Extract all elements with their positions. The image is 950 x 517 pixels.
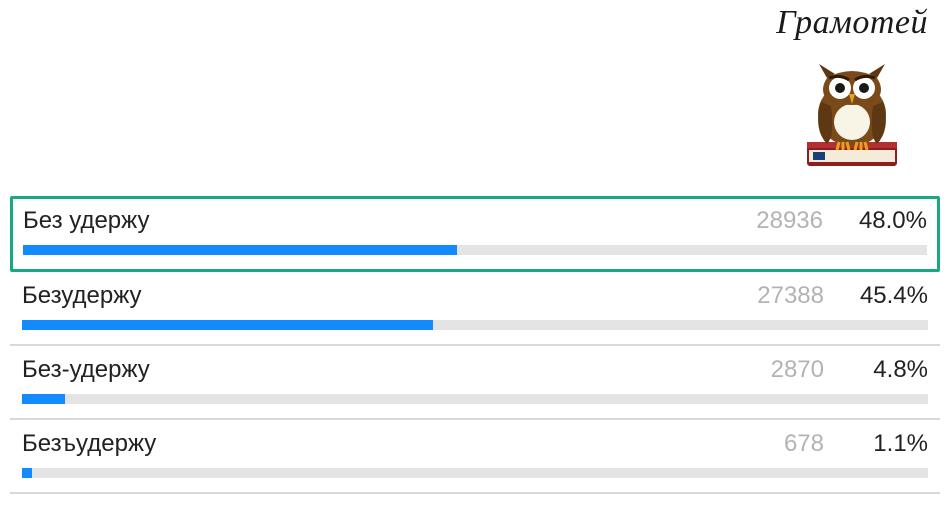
progress-track: [22, 320, 928, 330]
brand-title: Грамотей: [776, 4, 928, 42]
poll-option[interactable]: Без-удержу 2870 4.8%: [10, 346, 940, 420]
poll-results: Без удержу 28936 48.0% Безудержу 27388 4…: [10, 196, 940, 494]
brand-logo: Грамотей: [776, 4, 928, 174]
progress-fill: [22, 468, 32, 478]
poll-option[interactable]: Безудержу 27388 45.4%: [10, 272, 940, 346]
option-percent: 4.8%: [848, 356, 928, 384]
option-label: Безудержу: [22, 282, 734, 310]
option-count: 28936: [733, 207, 823, 235]
progress-track: [23, 245, 927, 255]
progress-fill: [22, 394, 65, 404]
progress-fill: [22, 320, 433, 330]
option-count: 2870: [734, 356, 824, 384]
option-label: Без-удержу: [22, 356, 734, 384]
owl-on-book-icon: [787, 44, 917, 174]
option-percent: 45.4%: [848, 282, 928, 310]
option-percent: 48.0%: [847, 207, 927, 235]
option-count: 678: [734, 430, 824, 458]
option-count: 27388: [734, 282, 824, 310]
poll-option[interactable]: Без удержу 28936 48.0%: [10, 196, 940, 272]
progress-fill: [23, 245, 457, 255]
poll-option[interactable]: Безъудержу 678 1.1%: [10, 420, 940, 494]
option-label: Безъудержу: [22, 430, 734, 458]
option-percent: 1.1%: [848, 430, 928, 458]
option-label: Без удержу: [23, 207, 733, 235]
progress-track: [22, 468, 928, 478]
progress-track: [22, 394, 928, 404]
